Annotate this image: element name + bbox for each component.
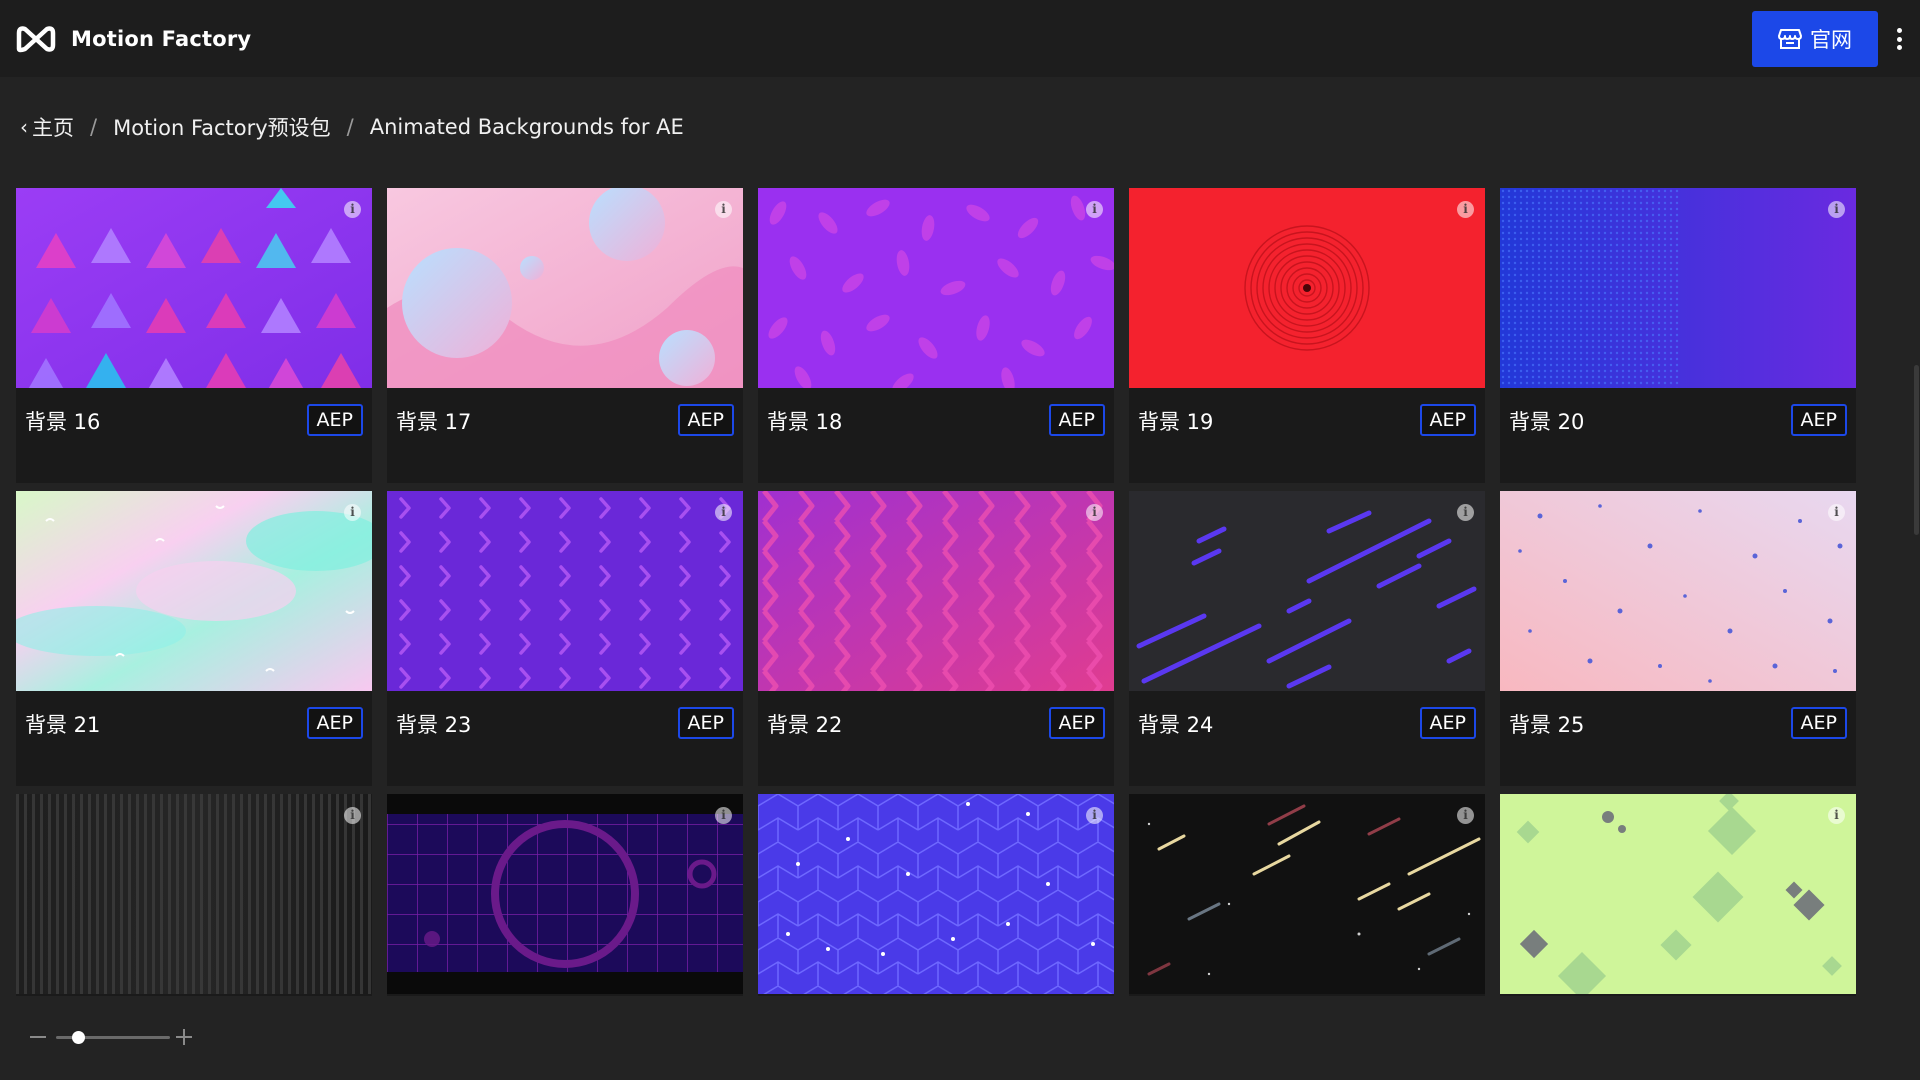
info-icon[interactable]: i — [1828, 201, 1845, 218]
preset-card[interactable]: i 背景 25 AEP — [1500, 491, 1856, 786]
preset-title: 背景 20 — [1509, 410, 1585, 434]
breadcrumb-separator: / — [90, 115, 98, 139]
preset-card[interactable]: i — [1129, 794, 1485, 996]
format-badge: AEP — [1790, 404, 1847, 436]
breadcrumb-separator: / — [346, 115, 354, 139]
official-site-button[interactable]: 官网 — [1752, 11, 1878, 67]
preset-card[interactable]: i 背景 20 AEP — [1500, 188, 1856, 483]
zoom-out-icon[interactable] — [30, 1036, 46, 1038]
info-icon[interactable]: i — [715, 201, 732, 218]
preset-title: 背景 24 — [1138, 713, 1214, 737]
info-icon[interactable]: i — [1828, 504, 1845, 521]
dot-icon — [1896, 45, 1902, 50]
zoom-slider-thumb[interactable] — [72, 1031, 86, 1044]
preset-title: 背景 17 — [396, 410, 472, 434]
preset-thumbnail: i — [1129, 794, 1485, 994]
breadcrumb-pack[interactable]: Motion Factory预设包 — [113, 112, 331, 142]
store-icon — [1778, 29, 1802, 49]
preset-thumbnail: i — [758, 491, 1114, 691]
format-badge: AEP — [306, 707, 363, 739]
preset-thumbnail: i — [1500, 794, 1856, 994]
preset-title: 背景 18 — [767, 410, 843, 434]
preset-title: 背景 23 — [396, 713, 472, 737]
preset-title: 背景 19 — [1138, 410, 1214, 434]
preset-card[interactable]: i 背景 18 AEP — [758, 188, 1114, 483]
preset-card[interactable]: i — [1500, 794, 1856, 996]
preset-card[interactable]: i — [387, 794, 743, 996]
info-icon[interactable]: i — [1086, 201, 1103, 218]
preset-thumbnail: i — [1500, 491, 1856, 691]
info-icon[interactable]: i — [1086, 504, 1103, 521]
info-icon[interactable]: i — [1086, 807, 1103, 824]
preset-thumbnail: i — [1129, 491, 1485, 691]
zoom-in-icon[interactable] — [176, 1029, 193, 1046]
format-badge: AEP — [677, 707, 734, 739]
preset-thumbnail: i — [16, 794, 372, 994]
preset-card[interactable]: i 背景 16 AEP — [16, 188, 372, 483]
breadcrumb-current: Animated Backgrounds for AE — [369, 115, 684, 139]
preset-title: 背景 16 — [25, 410, 101, 434]
dot-icon — [1896, 28, 1902, 33]
motion-factory-logo-icon — [16, 26, 56, 53]
preset-card[interactable]: i 背景 22 AEP — [758, 491, 1114, 786]
format-badge: AEP — [1419, 404, 1476, 436]
breadcrumb: ‹ 主页 / Motion Factory预设包 / Animated Back… — [20, 112, 684, 142]
preset-card[interactable]: i 背景 19 AEP — [1129, 188, 1485, 483]
more-menu-button[interactable] — [1888, 24, 1910, 54]
preset-thumbnail: i — [1500, 188, 1856, 388]
info-icon[interactable]: i — [1457, 201, 1474, 218]
zoom-bar — [0, 996, 1920, 1080]
preset-thumbnail: i — [16, 188, 372, 388]
format-badge: AEP — [306, 404, 363, 436]
official-site-label: 官网 — [1810, 28, 1852, 52]
preset-thumbnail: i — [387, 794, 743, 994]
preset-title: 背景 22 — [767, 713, 843, 737]
preset-card[interactable]: i 背景 24 AEP — [1129, 491, 1485, 786]
info-icon[interactable]: i — [1457, 807, 1474, 824]
info-icon[interactable]: i — [715, 504, 732, 521]
dot-icon — [1896, 36, 1902, 42]
chevron-left-icon: ‹ — [20, 115, 28, 139]
preset-thumbnail: i — [1129, 188, 1485, 388]
preset-card[interactable]: i — [758, 794, 1114, 996]
app-name: Motion Factory — [71, 27, 252, 51]
format-badge: AEP — [1419, 707, 1476, 739]
breadcrumb-home[interactable]: ‹ 主页 — [20, 112, 74, 142]
info-icon[interactable]: i — [344, 504, 361, 521]
preset-title: 背景 25 — [1509, 713, 1585, 737]
preset-thumbnail: i — [758, 188, 1114, 388]
info-icon[interactable]: i — [1457, 504, 1474, 521]
scrollbar[interactable] — [1914, 365, 1919, 535]
preset-thumbnail: i — [758, 794, 1114, 994]
preset-card[interactable]: i 背景 23 AEP — [387, 491, 743, 786]
info-icon[interactable]: i — [1828, 807, 1845, 824]
breadcrumb-home-label: 主页 — [32, 116, 74, 140]
preset-card[interactable]: i 背景 17 AEP — [387, 188, 743, 483]
info-icon[interactable]: i — [344, 201, 361, 218]
preset-thumbnail: i — [16, 491, 372, 691]
format-badge: AEP — [1048, 707, 1105, 739]
preset-card[interactable]: i — [16, 794, 372, 996]
preset-thumbnail: i — [387, 188, 743, 388]
format-badge: AEP — [1048, 404, 1105, 436]
brand[interactable]: Motion Factory — [16, 22, 251, 56]
info-icon[interactable]: i — [715, 807, 732, 824]
info-icon[interactable]: i — [344, 807, 361, 824]
top-bar: Motion Factory 官网 — [0, 0, 1920, 77]
preset-card[interactable]: i 背景 21 AEP — [16, 491, 372, 786]
preset-title: 背景 21 — [25, 713, 101, 737]
format-badge: AEP — [677, 404, 734, 436]
preset-thumbnail: i — [387, 491, 743, 691]
format-badge: AEP — [1790, 707, 1847, 739]
preset-grid: i 背景 16 AEP i 背景 17 AEP i 背景 18 AEP i 背景… — [0, 188, 1920, 996]
